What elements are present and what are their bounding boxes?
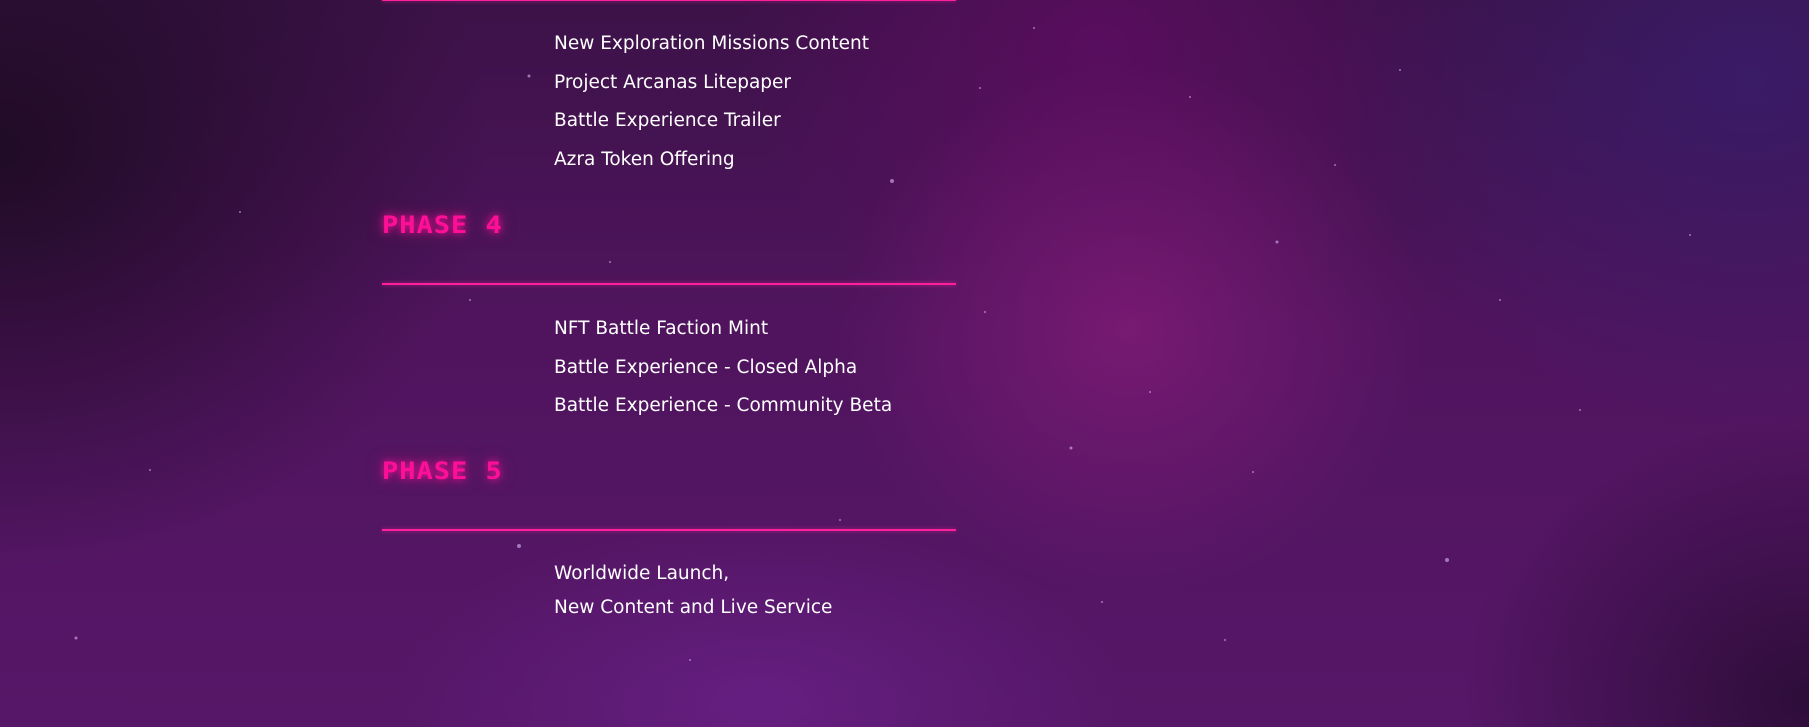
phase-4-title: PHASE 4 <box>382 211 503 240</box>
phase-3-item: Azra Token Offering <box>554 148 735 170</box>
phase-5-title: PHASE 5 <box>382 457 503 486</box>
phase-5-divider <box>382 529 956 531</box>
phase-4-divider <box>382 283 956 285</box>
phase-5-item: New Content and Live Service <box>554 597 833 618</box>
phase-4-item: Battle Experience - Community Beta <box>554 395 893 416</box>
phase-3-item-list: New Exploration Missions Content Project… <box>554 33 869 187</box>
phase-4-item-list: NFT Battle Faction Mint Battle Experienc… <box>554 318 892 434</box>
phase-5-item-list: Worldwide Launch, New Content and Live S… <box>554 563 832 631</box>
phase-3-item: Project Arcanas Litepaper <box>554 71 792 93</box>
phase-3-divider <box>382 0 956 1</box>
phase-5-item: Worldwide Launch, <box>554 563 730 584</box>
phase-4-item: Battle Experience - Closed Alpha <box>554 356 858 378</box>
starfield-background <box>74 27 1691 661</box>
phase-3-item: New Exploration Missions Content <box>554 33 869 54</box>
phase-4-item: NFT Battle Faction Mint <box>554 318 769 339</box>
phase-3-item: Battle Experience Trailer <box>554 110 781 131</box>
